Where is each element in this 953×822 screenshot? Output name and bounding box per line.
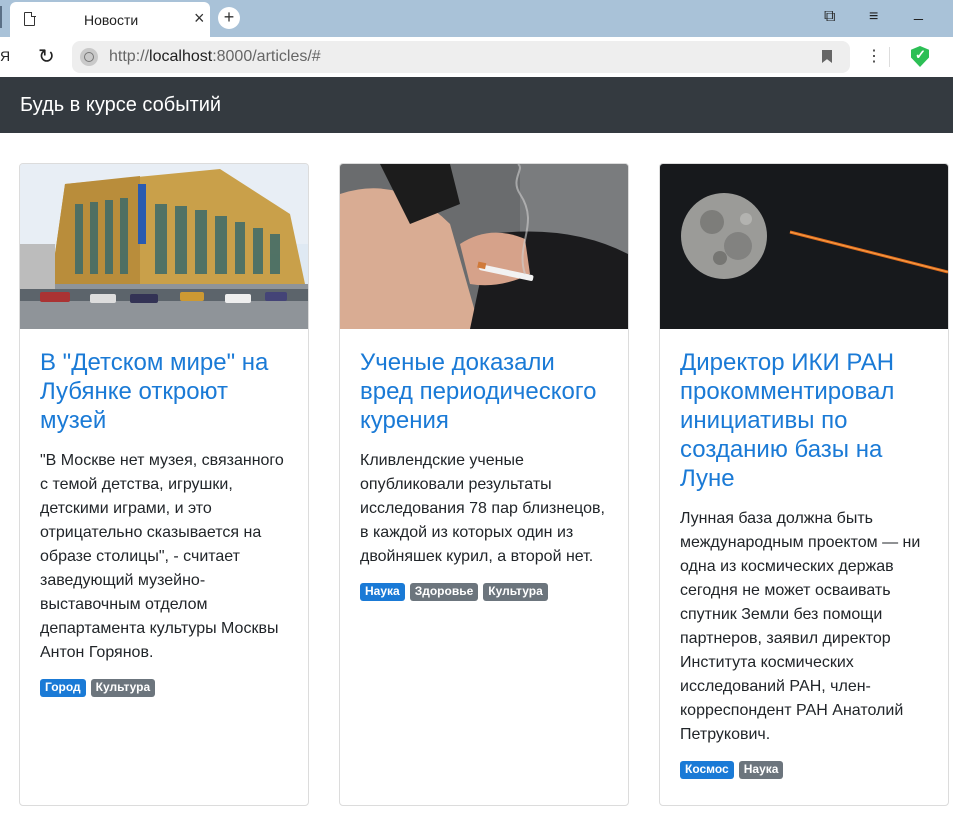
address-toolbar: Я ↻ http://localhost:8000/articles/# ⋮	[0, 37, 953, 77]
article-title-link[interactable]: В "Детском мире" на Лубянке откроют музе…	[40, 348, 290, 435]
site-info-icon[interactable]	[80, 48, 98, 66]
url-text[interactable]: http://localhost:8000/articles/#	[109, 48, 321, 66]
article-card: В "Детском мире" на Лубянке откроют музе…	[19, 163, 309, 806]
reload-icon[interactable]: ↻	[38, 44, 55, 69]
collections-icon[interactable]: ⧉	[824, 8, 835, 26]
article-title-link[interactable]: Ученые доказали вред периодического куре…	[360, 348, 610, 435]
page-icon	[24, 11, 36, 26]
tag-badge[interactable]: Культура	[90, 679, 156, 697]
more-menu-icon[interactable]: ⋮	[866, 46, 882, 66]
tab-strip-edge	[0, 6, 2, 28]
article-text: "В Москве нет музея, связанного с темой …	[40, 452, 284, 661]
site-navbar: Будь в курсе событий	[0, 77, 953, 133]
navbar-brand[interactable]: Будь в курсе событий	[20, 94, 221, 117]
browser-tab-bar: Новости × + ⧉ ≡ _	[0, 0, 953, 37]
new-tab-button[interactable]: +	[218, 7, 240, 29]
article-image	[340, 164, 628, 329]
card-body: Ученые доказали вред периодического куре…	[360, 348, 610, 601]
card-body: В "Детском мире" на Лубянке откроют музе…	[40, 348, 290, 697]
tag-badge[interactable]: Культура	[483, 583, 548, 601]
card-body: Директор ИКИ РАН прокомментировал инициа…	[680, 348, 930, 779]
tag-badge[interactable]: Город	[40, 679, 86, 697]
tag-badge[interactable]: Космос	[680, 761, 734, 779]
browser-tab[interactable]: Новости ×	[10, 2, 210, 37]
tag-list: Город Культура	[40, 679, 290, 697]
article-text: Лунная база должна быть международным пр…	[680, 510, 921, 743]
article-card: Ученые доказали вред периодического куре…	[339, 163, 629, 806]
tag-badge[interactable]: Наука	[738, 761, 784, 779]
url-bar[interactable]: http://localhost:8000/articles/#	[72, 41, 850, 73]
browser-logo-icon[interactable]: Я	[0, 48, 10, 64]
article-card: Директор ИКИ РАН прокомментировал инициа…	[659, 163, 949, 806]
tag-list: Наука Здоровье Культура	[360, 583, 610, 601]
protect-shield-icon[interactable]	[911, 46, 929, 67]
minimize-icon[interactable]: _	[914, 4, 923, 22]
tag-list: Космос Наука	[680, 761, 930, 779]
article-title-link[interactable]: Директор ИКИ РАН прокомментировал инициа…	[680, 348, 930, 493]
hamburger-menu-icon[interactable]: ≡	[869, 8, 878, 26]
tab-title: Новости	[84, 12, 139, 28]
bookmark-icon[interactable]	[822, 50, 832, 63]
toolbar-divider	[889, 47, 890, 67]
tag-badge[interactable]: Здоровье	[409, 583, 479, 601]
article-image	[660, 164, 948, 329]
close-tab-icon[interactable]: ×	[194, 9, 205, 27]
tag-badge[interactable]: Наука	[360, 583, 405, 601]
article-image	[20, 164, 308, 329]
article-text: Кливлендские ученые опубликовали результ…	[360, 452, 605, 565]
